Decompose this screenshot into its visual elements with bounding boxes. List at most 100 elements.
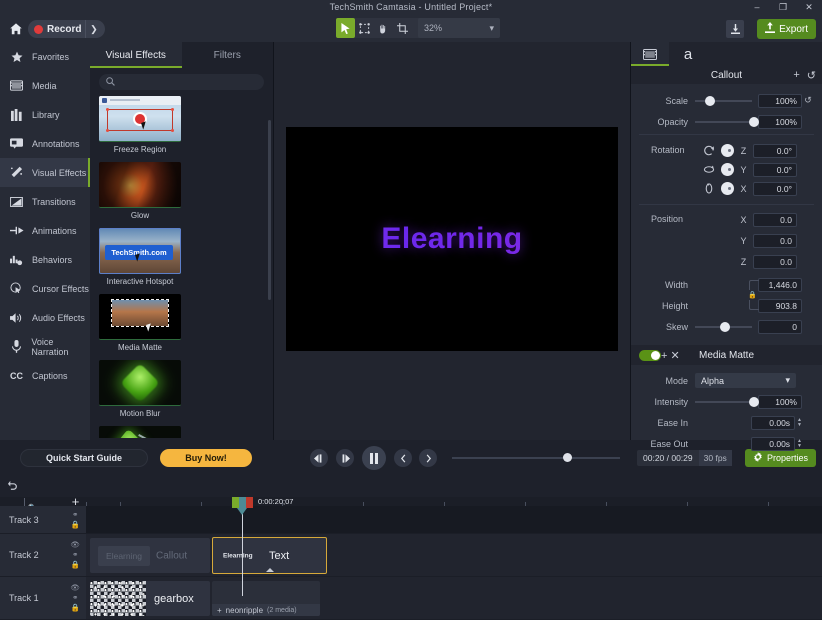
clip-text-selected[interactable]: Elearning Text	[212, 537, 327, 574]
download-icon[interactable]	[726, 20, 744, 38]
hand-tool[interactable]	[374, 18, 393, 38]
pointer-tool[interactable]	[336, 18, 355, 38]
sidebar-item-audio-effects[interactable]: Audio Effects	[0, 303, 90, 332]
position-x-value[interactable]: 0.0	[753, 212, 797, 227]
clip-group-neonripple[interactable]: + neonripple (2 media)	[212, 581, 320, 616]
height-value[interactable]: 903.8	[758, 298, 802, 313]
track-row-3[interactable]	[86, 506, 822, 534]
step-back-button[interactable]	[310, 449, 328, 467]
matte-ease-out-stepper[interactable]: 0.00s ▲ ▼	[751, 436, 802, 451]
next-marker-button[interactable]	[419, 449, 437, 467]
scale-slider[interactable]	[695, 95, 752, 106]
track-icons[interactable]: 👁 ⚭ 🔒	[70, 584, 80, 612]
width-value[interactable]: 1,446.0	[758, 277, 802, 292]
rotation-z-dial[interactable]	[721, 144, 734, 157]
record-dropdown-arrow[interactable]: ❯	[85, 20, 101, 38]
sidebar-item-media[interactable]: Media	[0, 71, 90, 100]
track-icons[interactable]: ⚭ 🔒	[71, 510, 80, 529]
rotation-x-value[interactable]: 0.0°	[753, 181, 797, 196]
skew-slider[interactable]	[695, 321, 752, 332]
playhead-handle[interactable]	[237, 508, 247, 515]
stepper-arrows-icon[interactable]: ▲ ▼	[797, 417, 802, 428]
close-button[interactable]: ✕	[796, 0, 822, 14]
seek-slider-thumb[interactable]	[563, 453, 572, 462]
sidebar-item-voice-narration[interactable]: Voice Narration	[0, 332, 90, 361]
rotation-y-value[interactable]: 0.0°	[753, 162, 797, 177]
group-bar[interactable]: + neonripple (2 media)	[212, 604, 320, 616]
playhead[interactable]: 0:00:20;07	[232, 497, 293, 596]
quick-start-guide-button[interactable]: Quick Start Guide	[20, 449, 148, 467]
record-button[interactable]: Record ❯	[28, 20, 106, 38]
pause-button[interactable]	[362, 446, 386, 470]
matte-mode-select[interactable]: Alpha ▾	[695, 373, 796, 388]
clip-expand-icon[interactable]	[265, 568, 274, 572]
clip-gearbox[interactable]: gearbox	[90, 581, 210, 616]
maximize-button[interactable]: ❐	[770, 0, 796, 14]
track-row-2[interactable]: Elearning Callout Elearning Text	[86, 534, 822, 577]
search-box[interactable]	[99, 74, 264, 90]
sidebar-item-transitions[interactable]: Transitions	[0, 187, 90, 216]
rotation-x-dial[interactable]	[721, 182, 734, 195]
rotation-y-dial[interactable]	[721, 163, 734, 176]
tab-media-properties[interactable]	[631, 42, 669, 66]
track-row-1[interactable]: gearbox + neonripple (2 media)	[86, 577, 822, 620]
tab-filters[interactable]: Filters	[182, 42, 274, 68]
sidebar-item-favorites[interactable]: Favorites	[0, 42, 90, 71]
search-input[interactable]	[120, 77, 257, 87]
sidebar-item-annotations[interactable]: Annotations	[0, 129, 90, 158]
track-head-2[interactable]: Track 2 👁 ⚭ 🔒	[0, 534, 86, 577]
crop-tool[interactable]	[393, 18, 412, 38]
export-button[interactable]: Export	[757, 19, 816, 39]
opacity-value[interactable]: 100%	[758, 114, 802, 129]
preview-stage[interactable]: Elearning	[286, 127, 618, 351]
effect-item-freeze-region[interactable]: Freeze Region	[99, 96, 181, 155]
clip-callout[interactable]: Elearning Callout	[90, 538, 210, 573]
effect-item-media-matte[interactable]: Media Matte	[99, 294, 181, 353]
effects-scrollbar[interactable]	[268, 120, 271, 300]
buy-now-button[interactable]: Buy Now!	[160, 449, 252, 467]
scale-value[interactable]: 100%	[758, 93, 802, 108]
sidebar-item-behaviors[interactable]: Behaviors	[0, 245, 90, 274]
effect-item-glow[interactable]: Glow	[99, 162, 181, 221]
sidebar-item-library[interactable]: Library	[0, 100, 90, 129]
add-effect-icon[interactable]: +	[793, 69, 799, 82]
track-icons[interactable]: 👁 ⚭ 🔒	[70, 541, 80, 569]
minimize-button[interactable]: –	[744, 0, 770, 14]
scale-reset-icon[interactable]: ↺	[802, 95, 814, 106]
sidebar-item-animations[interactable]: Animations	[0, 216, 90, 245]
zoom-select[interactable]: 32% ▾	[418, 18, 500, 38]
tab-visual-effects[interactable]: Visual Effects	[90, 42, 182, 68]
effect-item-interactive-hotspot[interactable]: TechSmith.com Interactive Hotspot	[99, 228, 181, 287]
matte-ease-in-stepper[interactable]: 0.00s ▲ ▼	[751, 415, 802, 430]
matte-intensity-value[interactable]: 100%	[758, 394, 802, 409]
track-head-3[interactable]: Track 3 ⚭ 🔒	[0, 506, 86, 534]
matte-ease-out-value[interactable]: 0.00s	[751, 436, 796, 451]
sidebar-item-visual-effects[interactable]: Visual Effects	[0, 158, 90, 187]
effect-item-motion-blur[interactable]: Motion Blur	[99, 360, 181, 419]
link-lock-icon[interactable]: 🔒	[748, 280, 759, 310]
previous-marker-button[interactable]	[394, 449, 412, 467]
group-add-icon[interactable]: +	[217, 606, 222, 615]
undo-icon[interactable]	[7, 480, 18, 493]
stepper-arrows-icon[interactable]: ▲ ▼	[797, 438, 802, 449]
skew-value[interactable]: 0	[758, 319, 802, 334]
rotation-z-value[interactable]: 0.0°	[753, 143, 797, 158]
rotate-y-icon[interactable]	[702, 164, 716, 175]
sidebar-item-captions[interactable]: CC Captions	[0, 361, 90, 390]
sidebar-item-cursor-effects[interactable]: Cursor Effects	[0, 274, 90, 303]
rotate-x-icon[interactable]	[702, 183, 716, 194]
home-icon[interactable]	[8, 21, 24, 37]
effect-item-motion-path[interactable]: Motion Path	[99, 426, 181, 438]
opacity-slider[interactable]	[695, 116, 759, 127]
matte-intensity-slider[interactable]	[695, 396, 759, 407]
position-y-value[interactable]: 0.0	[753, 233, 797, 248]
position-z-value[interactable]: 0.0	[753, 254, 797, 269]
track-head-1[interactable]: Track 1 👁 ⚭ 🔒	[0, 577, 86, 620]
transform-tool[interactable]	[355, 18, 374, 38]
matte-ease-in-value[interactable]: 0.00s	[751, 415, 796, 430]
tab-text-properties[interactable]: a	[669, 42, 707, 66]
reset-properties-icon[interactable]: ↺	[807, 69, 816, 82]
step-forward-button[interactable]	[336, 449, 354, 467]
seek-slider[interactable]	[452, 457, 620, 459]
rotate-z-icon[interactable]	[702, 145, 716, 156]
